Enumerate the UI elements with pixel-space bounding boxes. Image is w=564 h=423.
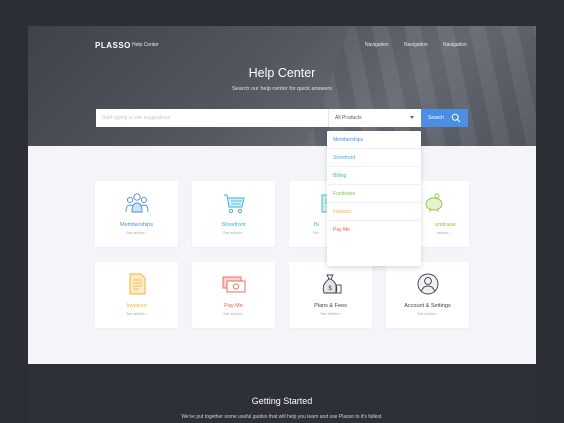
nav-item-1[interactable]: Navigation — [365, 42, 389, 48]
product-select-value: All Products — [335, 115, 362, 121]
card-sub-link[interactable]: See articles › — [386, 312, 469, 316]
card-sub-link[interactable]: See articles › — [95, 312, 178, 316]
getting-started-section: Getting Started We've put together some … — [28, 364, 536, 423]
help-center-page: PLASSO Help Center Navigation Navigation… — [28, 26, 536, 423]
dropdown-option-pay-me[interactable]: Pay Me — [327, 221, 421, 239]
piggy-bank-icon — [425, 193, 443, 212]
category-card-pay-me[interactable]: Pay Me See articles › — [192, 262, 275, 328]
plasso-logo[interactable]: PLASSO — [95, 41, 131, 50]
dropdown-option-fundraise[interactable]: Fundraise — [327, 185, 421, 203]
category-card-plans-fees[interactable]: $ Plans & Fees See articles › — [289, 262, 372, 328]
hero-section: PLASSO Help Center Navigation Navigation… — [28, 26, 536, 146]
storefront-icon — [224, 194, 245, 214]
search-button[interactable]: Search — [421, 109, 468, 127]
category-card-invoices[interactable]: Invoices See articles › — [95, 262, 178, 328]
category-card-storefront[interactable]: Storefront See articles › — [192, 181, 275, 247]
card-label: Invoices — [126, 303, 147, 309]
card-label: Memberships — [119, 222, 153, 228]
invoice-icon — [129, 273, 146, 295]
money-icon — [222, 276, 246, 293]
category-card-account-settings[interactable]: Account & Settings See articles › — [386, 262, 469, 328]
card-sub-link[interactable]: See articles › — [192, 231, 275, 235]
dropdown-option-billing[interactable]: Billing — [327, 167, 421, 185]
section-subtitle: We've put together some useful guides th… — [181, 414, 383, 420]
card-label: Pay Me — [224, 303, 243, 309]
dropdown-option-memberships[interactable]: Memberships — [327, 131, 421, 149]
card-label: Account & Settings — [404, 303, 451, 309]
search-input[interactable] — [96, 109, 328, 127]
card-label: Storefront — [221, 222, 246, 228]
nav-item-2[interactable]: Navigation — [404, 42, 428, 48]
section-title: Getting Started — [251, 396, 313, 406]
search-icon — [451, 113, 461, 123]
page-title: Help Center — [248, 66, 316, 80]
account-icon — [417, 273, 439, 295]
card-sub-link[interactable]: See articles › — [289, 312, 372, 316]
card-sub-link[interactable]: See articles › — [192, 312, 275, 316]
people-icon — [125, 193, 149, 213]
search-button-label: Search — [428, 115, 444, 121]
chevron-down-icon — [410, 116, 414, 119]
nav-item-3[interactable]: Navigation — [443, 42, 467, 48]
product-dropdown-menu: Memberships Storefront Billing Fundraise… — [327, 131, 421, 266]
card-sub-link[interactable]: See articles › — [95, 231, 178, 235]
category-card-memberships[interactable]: Memberships See articles › — [95, 181, 178, 247]
product-select[interactable]: All Products — [328, 109, 421, 127]
card-label: Plans & Fees — [314, 303, 347, 309]
money-bag-icon: $ — [322, 274, 342, 294]
dropdown-option-storefront[interactable]: Storefront — [327, 149, 421, 167]
dropdown-option-invoices[interactable]: Invoices — [327, 203, 421, 221]
help-center-link[interactable]: Help Center — [132, 42, 159, 48]
page-subtitle: Search our help center for quick answers — [232, 86, 332, 92]
